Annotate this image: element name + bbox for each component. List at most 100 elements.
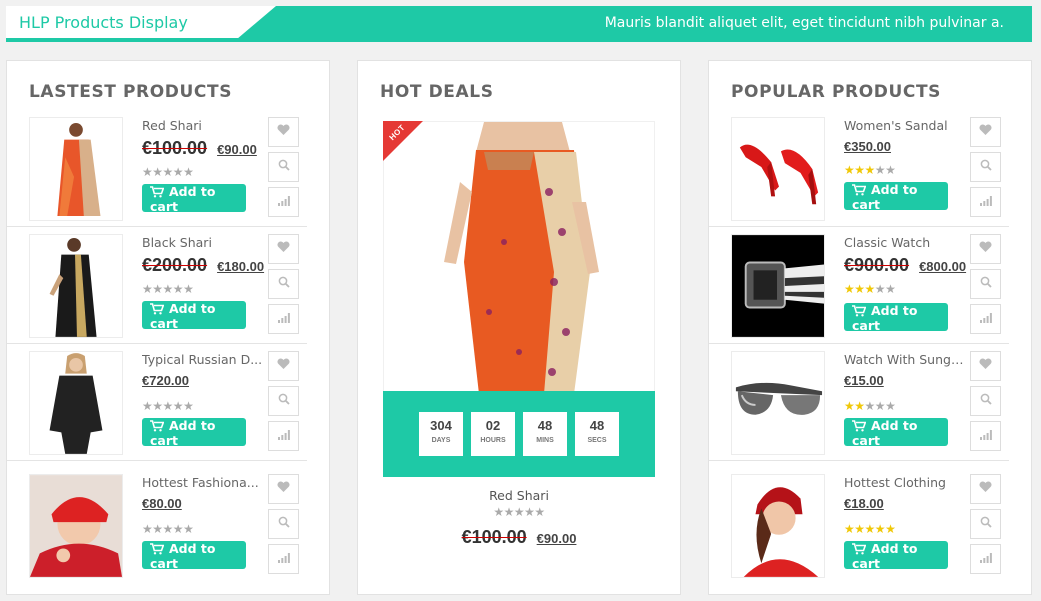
price: €80.00 — [142, 496, 182, 511]
heart-icon — [979, 357, 992, 375]
search-icon — [278, 158, 290, 176]
wishlist-button[interactable] — [970, 351, 1001, 381]
product-image-sunglasses[interactable] — [731, 351, 825, 455]
cart-icon — [852, 418, 867, 433]
compare-button[interactable] — [268, 544, 299, 574]
add-to-cart-button[interactable]: Add to cart — [844, 418, 948, 448]
countdown-secs: 48 SECS — [575, 412, 619, 456]
product-name[interactable]: Hottest Clothing — [844, 475, 966, 490]
star-icon: ★ — [534, 505, 545, 519]
latest-products-panel: LASTEST PRODUCTS Red Shari €100.00 €90.00… — [6, 60, 330, 595]
add-to-cart-button[interactable]: Add to cart — [142, 184, 246, 214]
star-icon: ★ — [162, 399, 174, 413]
price: €350.00 — [844, 139, 891, 154]
quickview-button[interactable] — [970, 509, 1001, 539]
compare-button[interactable] — [268, 304, 299, 334]
add-to-cart-button[interactable]: Add to cart — [844, 182, 948, 212]
quickview-button[interactable] — [268, 152, 299, 182]
product-row: Hottest Fashiona... €80.00 ★★★★★ Add to … — [7, 474, 307, 584]
star-icon: ★ — [172, 399, 184, 413]
product-image-sandal[interactable] — [731, 117, 825, 221]
wishlist-button[interactable] — [268, 234, 299, 264]
wishlist-button[interactable] — [970, 117, 1001, 147]
product-image-red-shari[interactable] — [29, 117, 123, 221]
wishlist-button[interactable] — [268, 117, 299, 147]
price: €18.00 — [844, 496, 884, 511]
bar-chart-icon — [277, 427, 290, 445]
heart-icon — [277, 480, 290, 498]
bar-chart-icon — [277, 193, 290, 211]
star-icon: ★ — [513, 505, 525, 519]
popular-products-panel: POPULAR PRODUCTS Women's Sandal €350.00 … — [708, 60, 1032, 595]
cart-icon — [150, 541, 165, 556]
product-image-watch[interactable] — [731, 234, 825, 338]
star-icon: ★ — [142, 165, 153, 179]
hot-deal-image[interactable] — [383, 121, 655, 393]
star-icon: ★ — [183, 165, 194, 179]
quickview-button[interactable] — [268, 269, 299, 299]
product-name[interactable]: Classic Watch — [844, 235, 966, 250]
star-icon: ★ — [885, 282, 896, 296]
wishlist-button[interactable] — [970, 474, 1001, 504]
product-name[interactable]: Black Shari — [142, 235, 264, 250]
compare-button[interactable] — [970, 304, 1001, 334]
compare-button[interactable] — [268, 421, 299, 451]
row-divider — [7, 226, 307, 227]
cart-icon — [852, 303, 867, 318]
product-row: Classic Watch €900.00 €800.00 ★★★★★ Add t… — [709, 234, 1009, 344]
countdown-mins: 48 MINS — [523, 412, 567, 456]
product-name[interactable]: Red Shari — [142, 118, 264, 133]
search-icon — [278, 275, 290, 293]
search-icon — [980, 158, 992, 176]
wishlist-button[interactable] — [268, 474, 299, 504]
star-icon: ★ — [183, 282, 194, 296]
product-image-black-shari[interactable] — [29, 234, 123, 338]
product-name[interactable]: Watch With Sungl... — [844, 352, 966, 367]
search-icon — [980, 275, 992, 293]
product-image-clothing[interactable] — [731, 474, 825, 578]
quickview-button[interactable] — [970, 269, 1001, 299]
rating-stars: ★★★★★ — [142, 522, 194, 536]
product-image-fashion-hat[interactable] — [29, 474, 123, 578]
add-to-cart-button[interactable]: Add to cart — [142, 418, 246, 448]
hot-deal-name[interactable]: Red Shari — [358, 488, 680, 503]
panel-title: LASTEST PRODUCTS — [29, 82, 233, 102]
product-row: Black Shari €200.00 €180.00 ★★★★★ Add to … — [7, 234, 307, 344]
quickview-button[interactable] — [268, 386, 299, 416]
heart-icon — [277, 357, 290, 375]
star-icon: ★ — [844, 399, 855, 413]
old-price: €200.00 — [142, 255, 208, 275]
star-icon: ★ — [885, 522, 896, 536]
star-icon: ★ — [162, 522, 174, 536]
quickview-button[interactable] — [970, 386, 1001, 416]
rating-stars: ★★★★★ — [844, 163, 896, 177]
wishlist-button[interactable] — [970, 234, 1001, 264]
rating-stars: ★★★★★ — [142, 165, 194, 179]
panel-title: POPULAR PRODUCTS — [731, 82, 942, 102]
quickview-button[interactable] — [268, 509, 299, 539]
add-to-cart-button[interactable]: Add to cart — [844, 541, 948, 571]
star-icon: ★ — [864, 163, 876, 177]
product-name[interactable]: Women's Sandal — [844, 118, 966, 133]
compare-button[interactable] — [970, 421, 1001, 451]
product-name[interactable]: Typical Russian D... — [142, 352, 264, 367]
countdown-hours: 02 HOURS — [471, 412, 515, 456]
compare-button[interactable] — [970, 187, 1001, 217]
add-to-cart-button[interactable]: Add to cart — [142, 541, 246, 571]
heart-icon — [277, 240, 290, 258]
search-icon — [980, 392, 992, 410]
star-icon: ★ — [874, 399, 886, 413]
compare-button[interactable] — [268, 187, 299, 217]
add-to-cart-button[interactable]: Add to cart — [844, 303, 948, 333]
product-name[interactable]: Hottest Fashiona... — [142, 475, 264, 490]
price: €800.00 — [919, 259, 967, 274]
product-image-russian-dress[interactable] — [29, 351, 123, 455]
star-icon: ★ — [864, 399, 876, 413]
star-icon: ★ — [864, 522, 876, 536]
star-icon: ★ — [885, 163, 896, 177]
quickview-button[interactable] — [970, 152, 1001, 182]
bar-chart-icon — [979, 550, 992, 568]
add-to-cart-button[interactable]: Add to cart — [142, 301, 246, 331]
compare-button[interactable] — [970, 544, 1001, 574]
wishlist-button[interactable] — [268, 351, 299, 381]
